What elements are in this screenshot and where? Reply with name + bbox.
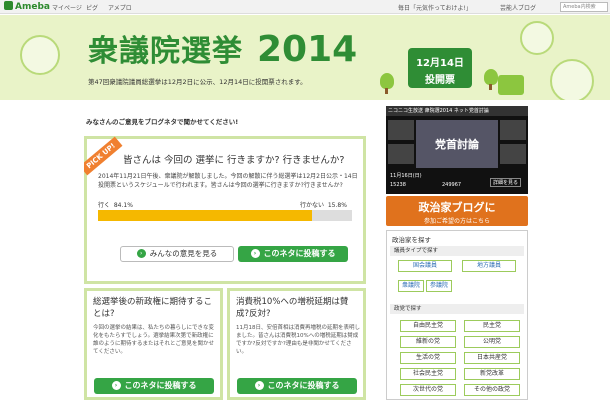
video-count-2: 249967 (442, 182, 462, 188)
vote-bar-fill (98, 210, 312, 221)
video-count-1: 15238 (390, 182, 406, 188)
video-thumbnail[interactable] (500, 144, 526, 164)
video-thumbnail[interactable] (388, 120, 414, 140)
video-thumbnail[interactable] (388, 144, 414, 164)
tree-trunk (489, 84, 492, 90)
topic-card-right-desc: 11月18日、安倍首相は消費再増税の延期を表明しました。皆さんは消費税10%への… (236, 325, 360, 355)
decor-bubble (550, 59, 594, 100)
party-ishin[interactable]: 維新の党 (400, 336, 456, 348)
search-input[interactable]: Ameba内検索 (560, 2, 608, 12)
section-heading: みなさんのご意見をブログネタで聞かせてください! (86, 118, 239, 126)
chevron-right-icon: › (136, 249, 146, 258)
section-by-party: 政党で探す (390, 304, 524, 314)
vote-go-label: 行く 84.1% (98, 202, 133, 209)
election-date-badge: 12月14日 投開票 (408, 48, 472, 88)
video-date: 11月16日(日) (390, 173, 422, 179)
filter-house-representatives[interactable]: 衆議院 (398, 280, 424, 292)
party-others[interactable]: その他の政党 (464, 384, 520, 396)
filter-house-councillors[interactable]: 参議院 (426, 280, 452, 292)
see-opinions-button[interactable]: › みんなの意見を見る (120, 246, 234, 262)
post-topic-button-left[interactable]: › このネタに投稿する (94, 378, 214, 394)
party-seikatsu[interactable]: 生活の党 (400, 352, 456, 364)
tree-icon (380, 73, 394, 89)
pickup-heading[interactable]: 皆さんは 今回の 選挙に 行きますか? 行きませんか? (123, 152, 344, 166)
topic-card-left-title[interactable]: 総選挙後の新政権に期待することは? (93, 296, 217, 320)
video-more-button[interactable]: 詳細を見る (490, 178, 522, 187)
party-komeito[interactable]: 公明党 (464, 336, 520, 348)
section-by-type: 議員タイプで探す (390, 246, 524, 256)
video-thumbnail[interactable] (500, 120, 526, 140)
filter-local-assembly[interactable]: 地方議員 (462, 260, 516, 272)
video-main-screen[interactable]: 党首討論 (416, 120, 498, 168)
post-topic-button[interactable]: › このネタに投稿する (238, 246, 348, 262)
vote-nogo-label: 行かない 15.8% (300, 202, 347, 209)
pickup-description: 2014年11月21日午後、衆議院が解散しました。今回の解散に伴う総選挙は12月… (98, 173, 358, 189)
party-dpj[interactable]: 民主党 (464, 320, 520, 332)
video-main-label: 党首討論 (435, 138, 479, 151)
video-header: ニコニコ生放送 衆院選2014 ネット党首討論 (386, 106, 528, 116)
party-jisedai[interactable]: 次世代の党 (400, 384, 456, 396)
chevron-right-icon: › (250, 249, 260, 258)
nav-link-genki[interactable]: 毎日「元気作っておけよ!」 (398, 3, 472, 12)
ameba-logo[interactable]: Ameba (4, 1, 50, 12)
filter-national-diet[interactable]: 国会議員 (398, 260, 452, 272)
tree-icon (484, 69, 498, 85)
pickup-ribbon-wrap: PICK UP! (84, 136, 124, 176)
building-icon (498, 75, 524, 95)
nav-mypage[interactable]: マイページ (52, 3, 82, 12)
decor-bubble (20, 35, 60, 75)
topic-card-left-desc: 今回の選挙の結果は、私たちの暮らしにできな変化をもたらすでしょう。選挙結果次第で… (93, 325, 215, 355)
nav-amepro[interactable]: アメプロ (108, 3, 132, 12)
party-kaikaku[interactable]: 新党改革 (464, 368, 520, 380)
find-politician-title: 政治家を探す (392, 236, 431, 244)
politician-blog-promo[interactable]: 政治家ブログに 参加ご希望の方はこちら (386, 196, 528, 226)
nav-link-celeb-blog[interactable]: 芸能人ブログ (500, 3, 536, 12)
tree-trunk (385, 88, 388, 94)
post-topic-button-right[interactable]: › このネタに投稿する (237, 378, 357, 394)
party-ldp[interactable]: 自由民主党 (400, 320, 456, 332)
decor-bubble (520, 21, 554, 55)
top-bar: Ameba マイページ ピグ アメプロ 毎日「元気作っておけよ!」 芸能人ブログ… (0, 0, 610, 14)
topic-card-right-title[interactable]: 消費税10%への増税延期は賛成?反対? (236, 296, 360, 320)
party-jcp[interactable]: 日本共産党 (464, 352, 520, 364)
live-video-panel[interactable]: ニコニコ生放送 衆院選2014 ネット党首討論 党首討論 11月16日(日) 1… (386, 106, 528, 194)
ameba-logo-icon (4, 1, 13, 10)
pickup-ribbon: PICK UP! (84, 136, 123, 176)
chevron-right-icon: › (111, 381, 121, 390)
party-sdp[interactable]: 社会民主党 (400, 368, 456, 380)
nav-pigg[interactable]: ピグ (86, 3, 98, 12)
page-title: 衆議院選挙 2014 (88, 29, 358, 70)
page-subtitle: 第47回衆議院議員総選挙は12月2日に公示、12月14日に投開票されます。 (88, 78, 307, 86)
chevron-right-icon: › (254, 381, 264, 390)
